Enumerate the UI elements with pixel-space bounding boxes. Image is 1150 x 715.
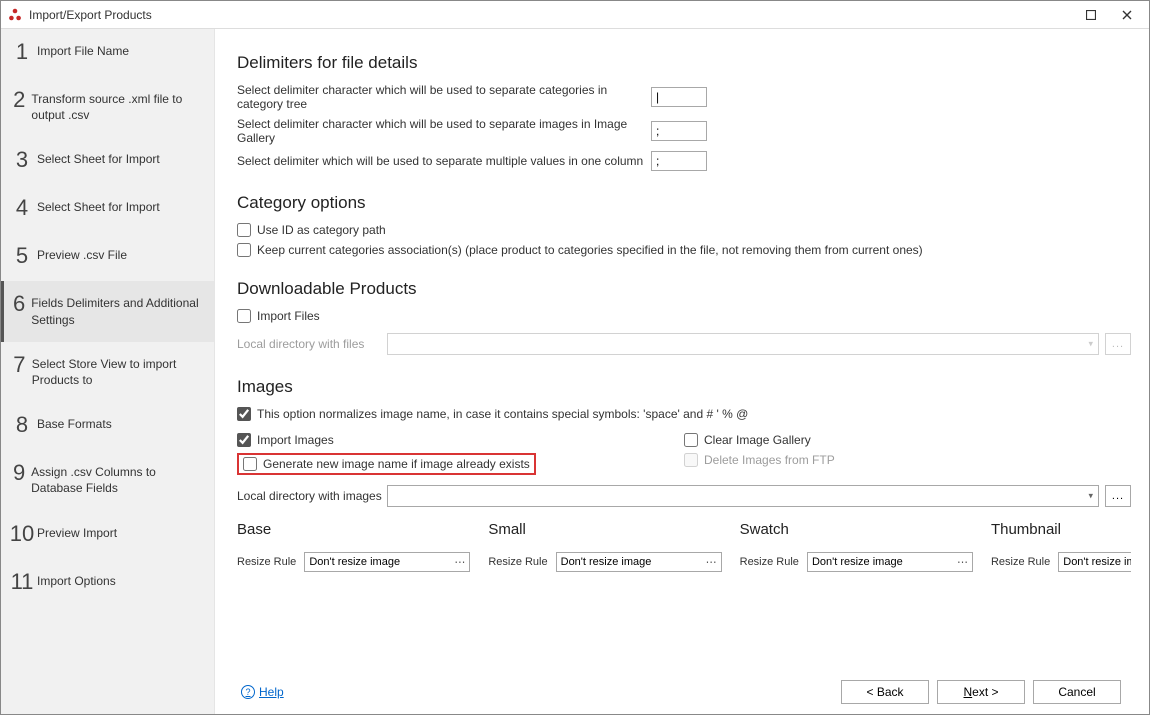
chk-del-ftp-label: Delete Images from FTP xyxy=(704,453,835,467)
chk-keep-cat-label: Keep current categories association(s) (… xyxy=(257,243,923,257)
col-base-heading: Base xyxy=(237,521,470,538)
col-thumb-heading: Thumbnail xyxy=(991,521,1131,538)
step-number: 5 xyxy=(7,245,37,267)
step-label: Import File Name xyxy=(37,43,129,59)
titlebar: Import/Export Products xyxy=(1,1,1149,29)
heading-category: Category options xyxy=(237,193,1131,213)
resize-input-base[interactable] xyxy=(304,552,470,572)
step-number: 8 xyxy=(7,414,37,436)
resize-label-small: Resize Rule xyxy=(488,556,547,568)
window-title: Import/Export Products xyxy=(29,8,152,22)
maximize-button[interactable] xyxy=(1073,3,1109,27)
img-path-browse-button[interactable]: ... xyxy=(1105,485,1131,507)
step-1[interactable]: 1 Import File Name xyxy=(1,29,214,77)
step-label: Select Store View to import Products to xyxy=(32,356,204,388)
step-9[interactable]: 9 Assign .csv Columns to Database Fields xyxy=(1,450,214,510)
next-button[interactable]: Next > xyxy=(937,680,1025,704)
help-link[interactable]: ? Help xyxy=(241,685,284,699)
step-10[interactable]: 10 Preview Import xyxy=(1,511,214,559)
chk-normalize[interactable] xyxy=(237,407,251,421)
dialog-window: Import/Export Products 1 Import File Nam… xyxy=(0,0,1150,715)
step-number: 11 xyxy=(7,571,37,593)
step-label: Base Formats xyxy=(37,416,112,432)
chk-generate-name[interactable] xyxy=(243,457,257,471)
step-number: 7 xyxy=(7,354,32,376)
step-label: Select Sheet for Import xyxy=(37,151,160,167)
resize-input-small[interactable] xyxy=(556,552,722,572)
step-8[interactable]: 8 Base Formats xyxy=(1,402,214,450)
step-label: Import Options xyxy=(37,573,116,589)
chk-clear-gallery-label: Clear Image Gallery xyxy=(704,433,811,447)
step-number: 1 xyxy=(7,41,37,63)
step-number: 9 xyxy=(7,462,31,484)
step-11[interactable]: 11 Import Options xyxy=(1,559,214,607)
chk-import-images-label: Import Images xyxy=(257,433,334,447)
main-panel: Delimiters for file details Select delim… xyxy=(215,29,1149,714)
chk-del-ftp xyxy=(684,453,698,467)
app-icon xyxy=(7,7,23,23)
close-button[interactable] xyxy=(1109,3,1145,27)
chk-clear-gallery[interactable] xyxy=(684,433,698,447)
heading-downloadable: Downloadable Products xyxy=(237,279,1131,299)
back-button[interactable]: < Back xyxy=(841,680,929,704)
highlighted-option: Generate new image name if image already… xyxy=(237,453,536,475)
resize-input-swatch[interactable] xyxy=(807,552,973,572)
delim-cat-label: Select delimiter character which will be… xyxy=(237,83,651,111)
cancel-button[interactable]: Cancel xyxy=(1033,680,1121,704)
step-4[interactable]: 4 Select Sheet for Import xyxy=(1,185,214,233)
chk-use-id-path[interactable] xyxy=(237,223,251,237)
step-7[interactable]: 7 Select Store View to import Products t… xyxy=(1,342,214,402)
chk-import-files[interactable] xyxy=(237,309,251,323)
resize-label-base: Resize Rule xyxy=(237,556,296,568)
delim-img-label: Select delimiter character which will be… xyxy=(237,117,651,145)
img-path-input[interactable] xyxy=(387,485,1099,507)
dl-path-input xyxy=(387,333,1099,355)
help-icon: ? xyxy=(241,685,255,699)
step-6[interactable]: 6 Fields Delimiters and Additional Setti… xyxy=(1,281,214,341)
wizard-sidebar: 1 Import File Name 2 Transform source .x… xyxy=(1,29,215,714)
resize-label-swatch: Resize Rule xyxy=(740,556,799,568)
step-number: 2 xyxy=(7,89,31,111)
chk-import-images[interactable] xyxy=(237,433,251,447)
footer: ? Help < Back Next > Cancel xyxy=(237,670,1131,714)
step-label: Preview Import xyxy=(37,525,117,541)
heading-delimiters: Delimiters for file details xyxy=(237,53,1131,73)
resize-label-thumb: Resize Rule xyxy=(991,556,1050,568)
col-swatch-heading: Swatch xyxy=(740,521,973,538)
step-number: 6 xyxy=(7,293,31,315)
chk-use-id-path-label: Use ID as category path xyxy=(257,223,386,237)
chk-normalize-label: This option normalizes image name, in ca… xyxy=(257,407,748,421)
chk-generate-name-label: Generate new image name if image already… xyxy=(263,457,530,471)
dl-path-label: Local directory with files xyxy=(237,337,387,351)
dl-path-browse-button: ... xyxy=(1105,333,1131,355)
img-path-label: Local directory with images xyxy=(237,489,387,503)
delim-multi-input[interactable] xyxy=(651,151,707,171)
step-number: 4 xyxy=(7,197,37,219)
step-label: Fields Delimiters and Additional Setting… xyxy=(31,295,204,327)
step-label: Assign .csv Columns to Database Fields xyxy=(31,464,204,496)
col-small-heading: Small xyxy=(488,521,721,538)
delim-multi-label: Select delimiter which will be used to s… xyxy=(237,154,651,168)
step-2[interactable]: 2 Transform source .xml file to output .… xyxy=(1,77,214,137)
step-number: 10 xyxy=(7,523,37,545)
step-number: 3 xyxy=(7,149,37,171)
step-5[interactable]: 5 Preview .csv File xyxy=(1,233,214,281)
step-label: Transform source .xml file to output .cs… xyxy=(31,91,204,123)
heading-images: Images xyxy=(237,377,1131,397)
delim-img-input[interactable] xyxy=(651,121,707,141)
chk-import-files-label: Import Files xyxy=(257,309,320,323)
chk-keep-cat[interactable] xyxy=(237,243,251,257)
step-label: Preview .csv File xyxy=(37,247,127,263)
resize-input-thumb[interactable] xyxy=(1058,552,1131,572)
delim-cat-input[interactable] xyxy=(651,87,707,107)
step-label: Select Sheet for Import xyxy=(37,199,160,215)
help-label: Help xyxy=(259,685,284,699)
step-3[interactable]: 3 Select Sheet for Import xyxy=(1,137,214,185)
